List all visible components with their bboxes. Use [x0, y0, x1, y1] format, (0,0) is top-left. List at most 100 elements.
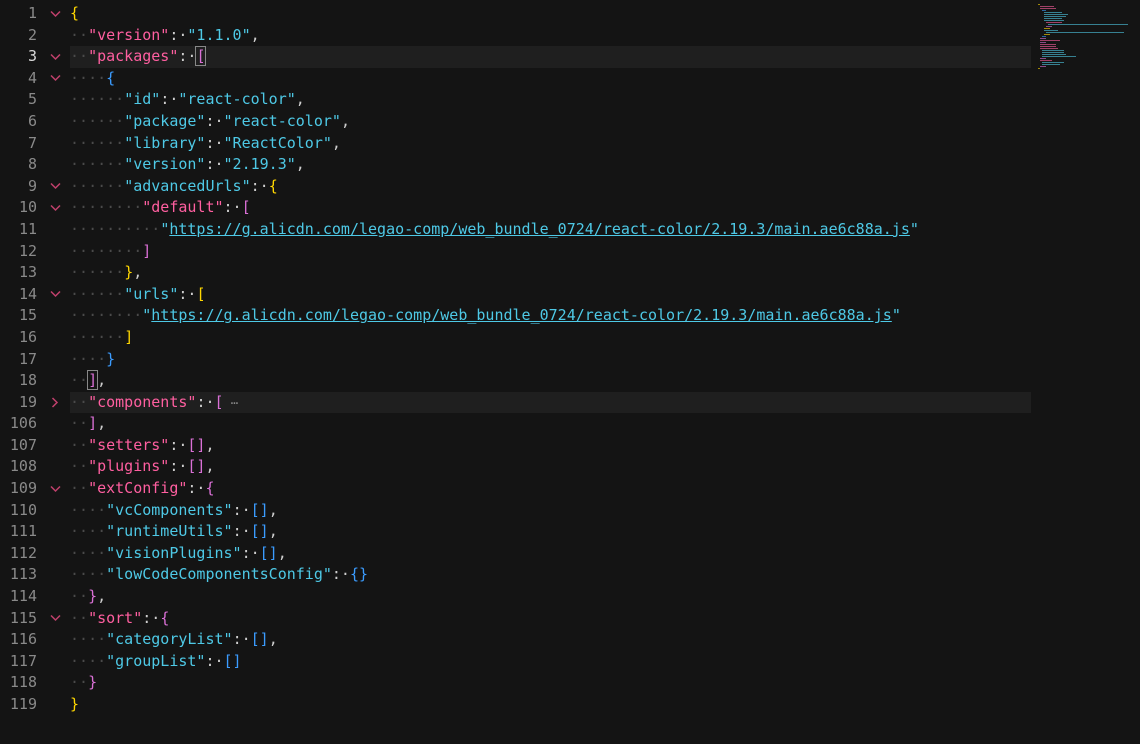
line-content[interactable]: ········"https://g.alicdn.com/legao-comp…: [70, 305, 1031, 327]
indent-guide: ··: [70, 587, 89, 606]
bracket: [: [241, 198, 251, 217]
chevron-down-icon[interactable]: [48, 284, 62, 306]
json-key: "extConfig": [88, 479, 188, 498]
indent-guide: ··: [88, 241, 107, 260]
line-content[interactable]: ········]: [70, 241, 1031, 263]
chevron-down-icon[interactable]: [48, 478, 62, 500]
line-content[interactable]: ····}: [70, 349, 1031, 371]
code-line[interactable]: 109 ··"extConfig":·{: [0, 478, 1140, 500]
code-line[interactable]: 13 ······},: [0, 262, 1140, 284]
line-content[interactable]: ····{: [70, 68, 1031, 90]
chevron-down-icon[interactable]: [48, 197, 62, 219]
code-line[interactable]: 16 ······]: [0, 327, 1140, 349]
line-content[interactable]: ····"vcComponents":·[],: [70, 500, 1031, 522]
code-line[interactable]: 4 ····{: [0, 68, 1140, 90]
indent-guide: ··: [88, 500, 107, 519]
line-content[interactable]: ··"plugins":·[],: [70, 456, 1031, 478]
code-line[interactable]: 2 ··"version":·"1.1.0",: [0, 25, 1140, 47]
code-line[interactable]: 12 ········]: [0, 241, 1140, 263]
code-line[interactable]: 118 ··}: [0, 672, 1140, 694]
code-editor[interactable]: 1{2 ··"version":·"1.1.0", 3 ··"packages":·[…: [0, 3, 1140, 744]
url-link[interactable]: https://g.alicdn.com/legao-comp/web_bund…: [169, 220, 910, 238]
code-line[interactable]: 9 ······"advancedUrls":·{: [0, 176, 1140, 198]
code-line[interactable]: 116 ····"categoryList":·[],: [0, 629, 1140, 651]
code-line[interactable]: 15 ········"https://g.alicdn.com/legao-co…: [0, 305, 1140, 327]
code-line[interactable]: 113 ····"lowCodeComponentsConfig":·{}: [0, 564, 1140, 586]
line-number: 15: [18, 306, 37, 325]
indent-guide: ··: [70, 414, 89, 433]
line-content[interactable]: ······"id":·"react-color",: [70, 89, 1031, 111]
line-content[interactable]: ····"groupList":·[]: [70, 651, 1031, 673]
indent-guide: ··: [70, 500, 89, 519]
url-link[interactable]: https://g.alicdn.com/legao-comp/web_bund…: [151, 306, 892, 324]
code-line[interactable]: 115 ··"sort":·{: [0, 608, 1140, 630]
line-content[interactable]: ··],: [70, 413, 1031, 435]
line-content[interactable]: ··"sort":·{: [70, 608, 1031, 630]
punctuation: :·: [196, 392, 215, 411]
line-content[interactable]: ······"library":·"ReactColor",: [70, 133, 1031, 155]
chevron-right-icon[interactable]: [48, 392, 62, 414]
code-line[interactable]: 19 ··"components":·[ ⋯: [0, 391, 1140, 414]
line-content[interactable]: ····"categoryList":·[],: [70, 629, 1031, 651]
code-line[interactable]: 5 ······"id":·"react-color",: [0, 89, 1140, 111]
punctuation: ,: [295, 90, 305, 109]
line-content[interactable]: ··"setters":·[],: [70, 435, 1031, 457]
line-content[interactable]: ········"default":·[: [70, 197, 1031, 219]
line-content[interactable]: ····"visionPlugins":·[],: [70, 543, 1031, 565]
code-line[interactable]: 1{: [0, 3, 1140, 25]
line-content[interactable]: ······"urls":·[: [70, 284, 1031, 306]
line-content[interactable]: {: [70, 3, 1031, 25]
code-line[interactable]: 3 ··"packages":·[: [0, 46, 1140, 68]
code-line[interactable]: 117 ····"groupList":·[]: [0, 651, 1140, 673]
line-content[interactable]: ······"version":·"2.19.3",: [70, 154, 1031, 176]
chevron-down-icon[interactable]: [48, 3, 62, 25]
code-line[interactable]: 106 ··],: [0, 413, 1140, 435]
line-number: 2: [27, 25, 37, 44]
line-content[interactable]: ··],: [70, 370, 1031, 392]
code-line[interactable]: 112 ····"visionPlugins":·[],: [0, 543, 1140, 565]
line-number: 17: [18, 349, 37, 368]
chevron-down-icon[interactable]: [48, 608, 62, 630]
folded-ellipsis[interactable]: ⋯: [224, 396, 238, 410]
chevron-down-icon[interactable]: [48, 68, 62, 90]
code-line[interactable]: 17 ····}: [0, 349, 1140, 371]
line-content[interactable]: ··········"https://g.alicdn.com/legao-co…: [70, 219, 1031, 241]
minimap-line: [1040, 40, 1060, 41]
minimap-line: [1044, 30, 1058, 31]
code-line[interactable]: 108 ··"plugins":·[],: [0, 456, 1140, 478]
line-content[interactable]: ····"runtimeUtils":·[],: [70, 521, 1031, 543]
json-key: "components": [88, 392, 197, 411]
line-content[interactable]: ··"extConfig":·{: [70, 478, 1031, 500]
line-content[interactable]: ······"advancedUrls":·{: [70, 176, 1031, 198]
line-content[interactable]: ······},: [70, 262, 1031, 284]
line-content[interactable]: ··},: [70, 586, 1031, 608]
line-content[interactable]: }: [70, 694, 1031, 716]
chevron-down-icon[interactable]: [48, 46, 62, 68]
code-line[interactable]: 119}: [0, 694, 1140, 716]
code-line[interactable]: 111 ····"runtimeUtils":·[],: [0, 521, 1140, 543]
indent-guide: ··: [70, 90, 89, 109]
line-content[interactable]: ······]: [70, 327, 1031, 349]
chevron-down-icon[interactable]: [48, 176, 62, 198]
code-line[interactable]: 110 ····"vcComponents":·[],: [0, 500, 1140, 522]
code-line[interactable]: 107 ··"setters":·[],: [0, 435, 1140, 457]
line-content[interactable]: ··"version":·"1.1.0",: [70, 25, 1031, 47]
code-line[interactable]: 14 ······"urls":·[: [0, 284, 1140, 306]
line-content[interactable]: ··}: [70, 672, 1031, 694]
indent-guide: ··: [70, 392, 89, 411]
code-line[interactable]: 114 ··},: [0, 586, 1140, 608]
line-content[interactable]: ··"packages":·[: [70, 46, 1031, 68]
line-content[interactable]: ····"lowCodeComponentsConfig":·{}: [70, 564, 1031, 586]
minimap[interactable]: [1038, 4, 1138, 84]
code-line[interactable]: 18 ··],: [0, 370, 1140, 392]
code-line[interactable]: 7 ······"library":·"ReactColor",: [0, 133, 1140, 155]
code-line[interactable]: 8 ······"version":·"2.19.3",: [0, 154, 1140, 176]
indent-guide: ··: [88, 176, 107, 195]
code-line[interactable]: 6 ······"package":·"react-color",: [0, 111, 1140, 133]
line-content[interactable]: ··"components":·[ ⋯: [70, 391, 1031, 414]
code-line[interactable]: 10 ········"default":·[: [0, 197, 1140, 219]
bracket: }: [70, 695, 80, 713]
line-content[interactable]: ······"package":·"react-color",: [70, 111, 1031, 133]
code-line[interactable]: 11 ··········"https://g.alicdn.com/legao-…: [0, 219, 1140, 241]
punctuation: :·: [223, 198, 242, 217]
